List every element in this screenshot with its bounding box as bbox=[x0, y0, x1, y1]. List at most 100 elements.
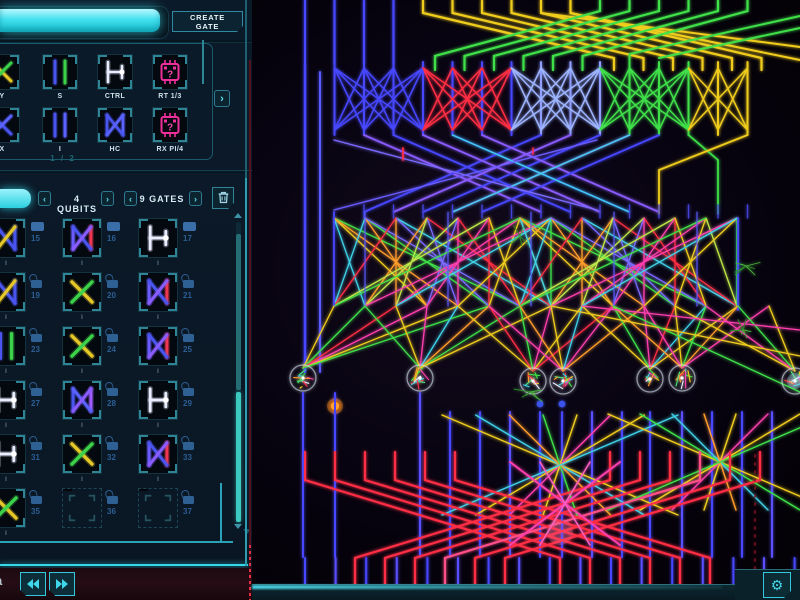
slot-sublabel: I bbox=[138, 315, 178, 321]
scrollbar-thumb[interactable] bbox=[236, 392, 241, 522]
slot-sublabel: I bbox=[0, 261, 26, 267]
palette-gate-i[interactable] bbox=[42, 107, 78, 143]
inventory-bottom-divider bbox=[0, 541, 233, 543]
inventory-slot-20[interactable] bbox=[62, 272, 102, 312]
inventory-slot-33[interactable] bbox=[138, 434, 178, 474]
trash-icon bbox=[216, 190, 231, 205]
palette-gate-s[interactable] bbox=[42, 54, 78, 90]
bowtie-blue-red-icon bbox=[139, 327, 177, 365]
slot-meta: 29 bbox=[183, 380, 205, 408]
scrollbar-thumb-dim[interactable] bbox=[236, 234, 241, 390]
rewind-button[interactable] bbox=[20, 572, 46, 596]
slot-number: 24 bbox=[107, 345, 116, 354]
settings-button[interactable]: ⚙ bbox=[763, 572, 791, 598]
clear-gates-button[interactable] bbox=[212, 187, 234, 209]
unlocked-padlock-icon bbox=[107, 496, 118, 504]
slot-sublabel: I bbox=[0, 369, 26, 375]
fast-forward-button[interactable] bbox=[49, 572, 75, 596]
inventory-slot-17[interactable] bbox=[138, 218, 178, 258]
app-window: CREATE GATE YSCTRL?RT 1/3XIHC?RX PI/4 1 … bbox=[0, 0, 800, 600]
slot-meta: 21 bbox=[183, 272, 205, 300]
gates-count-label: 9 GATES bbox=[139, 194, 185, 204]
x-yellow-green-icon bbox=[63, 327, 101, 365]
slot-meta: 17 bbox=[183, 218, 205, 243]
inventory-slot-29[interactable] bbox=[138, 380, 178, 420]
bowtie-blue-red-icon bbox=[63, 219, 101, 257]
inventory-progress-pill bbox=[0, 189, 31, 208]
slot-sublabel: I bbox=[62, 261, 102, 267]
inventory-slot-15[interactable] bbox=[0, 218, 26, 258]
slot-sublabel: I bbox=[138, 261, 178, 267]
inventory-slot-16[interactable] bbox=[62, 218, 102, 258]
unlocked-padlock-icon bbox=[31, 334, 42, 342]
bowtie-blue-purple-icon bbox=[63, 381, 101, 419]
slot-number: 27 bbox=[31, 399, 40, 408]
inventory-slot-24[interactable] bbox=[62, 326, 102, 366]
slot-meta: 20 bbox=[107, 272, 129, 300]
slot-sublabel: I bbox=[62, 315, 102, 321]
palette-gate-x[interactable] bbox=[0, 107, 20, 143]
bowtie-blue-red-icon bbox=[139, 273, 177, 311]
palette-gate-label: RT 1/3 bbox=[150, 93, 190, 100]
h-dot-icon bbox=[0, 381, 25, 419]
in-use-badge-icon bbox=[183, 222, 196, 231]
scroll-down-icon[interactable] bbox=[234, 524, 242, 529]
palette-next-page-button[interactable]: › bbox=[214, 90, 230, 107]
gear-icon: ⚙ bbox=[771, 577, 784, 593]
inventory-slot-25[interactable] bbox=[138, 326, 178, 366]
inventory-slot-32[interactable] bbox=[62, 434, 102, 474]
qubits-count-label: 4 QUBITS bbox=[53, 194, 101, 214]
palette-gate-ctrl[interactable] bbox=[97, 54, 133, 90]
inventory-slot-36[interactable] bbox=[62, 488, 102, 528]
slot-number: 17 bbox=[183, 234, 192, 243]
slot-number: 16 bbox=[107, 234, 116, 243]
inventory-slot-31[interactable] bbox=[0, 434, 26, 474]
slot-meta: 33 bbox=[183, 434, 205, 462]
palette-gate-label: I bbox=[40, 146, 80, 153]
gates-increment-button[interactable]: › bbox=[189, 191, 202, 206]
qubits-decrement-button[interactable]: ‹ bbox=[38, 191, 51, 206]
inventory-slot-23[interactable] bbox=[0, 326, 26, 366]
panel-right-border-bright bbox=[245, 178, 247, 566]
inventory-slot-28[interactable] bbox=[62, 380, 102, 420]
palette-gate-label: CTRL bbox=[95, 93, 135, 100]
palette-gate-rt-1-3[interactable]: ? bbox=[152, 54, 188, 90]
inventory-slot-19[interactable] bbox=[0, 272, 26, 312]
slot-meta: 23 bbox=[31, 326, 53, 354]
inventory-slot-21[interactable] bbox=[138, 272, 178, 312]
palette-gate-rx-pi-4[interactable]: ? bbox=[152, 107, 188, 143]
inventory-slot-37[interactable] bbox=[138, 488, 178, 528]
svg-text:?: ? bbox=[167, 123, 173, 134]
unlocked-padlock-icon bbox=[183, 496, 194, 504]
slot-number: 32 bbox=[107, 453, 116, 462]
unlocked-padlock-icon bbox=[31, 280, 42, 288]
unlocked-padlock-icon bbox=[107, 334, 118, 342]
gates-decrement-button[interactable]: ‹ bbox=[124, 191, 137, 206]
palette-gate-y[interactable] bbox=[0, 54, 20, 90]
qubits-increment-button[interactable]: › bbox=[101, 191, 114, 206]
slot-meta: 25 bbox=[183, 326, 205, 354]
unlocked-padlock-icon bbox=[183, 442, 194, 450]
gate-inventory-grid: 15I16I17I19I20I21I23I24I25I27I28I29I31I3… bbox=[0, 214, 233, 541]
slot-number: 21 bbox=[183, 291, 192, 300]
x-blue-icon bbox=[0, 108, 19, 142]
slot-meta: 16 bbox=[107, 218, 129, 243]
inventory-slot-27[interactable] bbox=[0, 380, 26, 420]
slot-number: 25 bbox=[183, 345, 192, 354]
frame-decor-line bbox=[220, 483, 222, 541]
slot-number: 20 bbox=[107, 291, 116, 300]
scroll-up-icon[interactable] bbox=[234, 213, 242, 218]
slot-number: 23 bbox=[31, 345, 40, 354]
create-gate-button[interactable]: CREATE GATE bbox=[172, 11, 243, 32]
palette-gate-hc[interactable] bbox=[97, 107, 133, 143]
bowtie-yellow-blue-icon bbox=[0, 219, 25, 257]
inventory-slot-35[interactable] bbox=[0, 488, 26, 528]
bars-blue-green-icon bbox=[43, 55, 77, 89]
bars-blue-blue-icon bbox=[43, 108, 77, 142]
slot-number: 36 bbox=[107, 507, 116, 516]
gate-search-input[interactable] bbox=[0, 9, 160, 32]
panel-bottom-border bbox=[0, 564, 248, 566]
bowtie-blue-red-icon bbox=[139, 435, 177, 473]
slot-number: 28 bbox=[107, 399, 116, 408]
circuit-visualization[interactable] bbox=[252, 0, 800, 600]
